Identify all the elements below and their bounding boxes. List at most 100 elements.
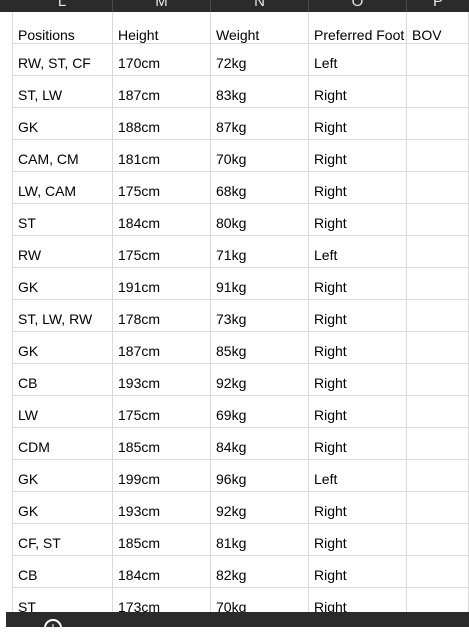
cell-bov[interactable]	[407, 236, 469, 268]
cell-preferred-foot[interactable]: Left	[309, 44, 407, 76]
cell-height[interactable]: 193cm	[113, 492, 211, 524]
cell-positions[interactable]: ST	[12, 204, 113, 236]
cell-bov[interactable]	[407, 140, 469, 172]
table-row: CB 193cm 92kg Right	[0, 364, 469, 396]
column-header-o[interactable]: O	[309, 0, 407, 12]
cell-positions[interactable]: RW	[12, 236, 113, 268]
cell-preferred-foot[interactable]: Right	[309, 268, 407, 300]
plus-circle-icon[interactable]: +	[44, 619, 62, 637]
cell-positions[interactable]: GK	[12, 108, 113, 140]
cell-positions[interactable]: GK	[12, 268, 113, 300]
table-row: RW 175cm 71kg Left	[0, 236, 469, 268]
table-row: GK 199cm 96kg Left	[0, 460, 469, 492]
cell-preferred-foot[interactable]: Right	[309, 428, 407, 460]
column-header-bar: L M N O P	[0, 0, 469, 12]
cell-height[interactable]: 184cm	[113, 204, 211, 236]
cell-height[interactable]: 187cm	[113, 332, 211, 364]
cell-weight[interactable]: 80kg	[211, 204, 309, 236]
cell-preferred-foot[interactable]: Right	[309, 172, 407, 204]
cell-preferred-foot[interactable]: Right	[309, 108, 407, 140]
cell-height[interactable]: 175cm	[113, 236, 211, 268]
cell-weight[interactable]: 87kg	[211, 108, 309, 140]
cell-height[interactable]: 188cm	[113, 108, 211, 140]
cell-height[interactable]: 181cm	[113, 140, 211, 172]
cell-preferred-foot[interactable]: Right	[309, 300, 407, 332]
cell-height[interactable]: 178cm	[113, 300, 211, 332]
column-header-l[interactable]: L	[12, 0, 113, 12]
cell-bov[interactable]	[407, 396, 469, 428]
column-header-m[interactable]: M	[113, 0, 211, 12]
cell-weight[interactable]: 91kg	[211, 268, 309, 300]
cell-positions[interactable]: GK	[12, 492, 113, 524]
cell-bov[interactable]	[407, 268, 469, 300]
cell-weight[interactable]: 71kg	[211, 236, 309, 268]
cell-weight[interactable]: 73kg	[211, 300, 309, 332]
cell-positions[interactable]: CAM, CM	[12, 140, 113, 172]
cell-preferred-foot[interactable]: Right	[309, 492, 407, 524]
cell-positions[interactable]: GK	[12, 460, 113, 492]
cell-positions[interactable]: ST, LW, RW	[12, 300, 113, 332]
cell-positions[interactable]: CF, ST	[12, 524, 113, 556]
cell-header-weight[interactable]: Weight	[211, 12, 309, 44]
cell-height[interactable]: 175cm	[113, 396, 211, 428]
cell-positions[interactable]: LW, CAM	[12, 172, 113, 204]
cell-preferred-foot[interactable]: Right	[309, 204, 407, 236]
cell-bov[interactable]	[407, 332, 469, 364]
cell-bov[interactable]	[407, 428, 469, 460]
cell-preferred-foot[interactable]: Right	[309, 140, 407, 172]
cell-weight[interactable]: 68kg	[211, 172, 309, 204]
cell-height[interactable]: 175cm	[113, 172, 211, 204]
cell-preferred-foot[interactable]: Right	[309, 332, 407, 364]
cell-header-preferred-foot[interactable]: Preferred Foot	[309, 12, 407, 44]
cell-height[interactable]: 185cm	[113, 524, 211, 556]
cell-header-bov[interactable]: BOV	[407, 12, 469, 44]
column-header-n[interactable]: N	[211, 0, 309, 12]
cell-weight[interactable]: 82kg	[211, 556, 309, 588]
cell-preferred-foot[interactable]: Left	[309, 236, 407, 268]
cell-bov[interactable]	[407, 524, 469, 556]
cell-weight[interactable]: 72kg	[211, 44, 309, 76]
cell-positions[interactable]: CB	[12, 364, 113, 396]
cell-positions[interactable]: LW	[12, 396, 113, 428]
cell-height[interactable]: 191cm	[113, 268, 211, 300]
cell-height[interactable]: 199cm	[113, 460, 211, 492]
cell-bov[interactable]	[407, 76, 469, 108]
cell-positions[interactable]: CDM	[12, 428, 113, 460]
cell-height[interactable]: 187cm	[113, 76, 211, 108]
cell-weight[interactable]: 92kg	[211, 364, 309, 396]
cell-preferred-foot[interactable]: Right	[309, 524, 407, 556]
cell-bov[interactable]	[407, 492, 469, 524]
column-header-p[interactable]: P	[407, 0, 469, 12]
cell-preferred-foot[interactable]: Right	[309, 76, 407, 108]
cell-weight[interactable]: 92kg	[211, 492, 309, 524]
cell-weight[interactable]: 70kg	[211, 140, 309, 172]
cell-height[interactable]: 184cm	[113, 556, 211, 588]
cell-bov[interactable]	[407, 460, 469, 492]
cell-weight[interactable]: 85kg	[211, 332, 309, 364]
cell-positions[interactable]: CB	[12, 556, 113, 588]
cell-height[interactable]: 185cm	[113, 428, 211, 460]
cell-weight[interactable]: 81kg	[211, 524, 309, 556]
cell-preferred-foot[interactable]: Right	[309, 556, 407, 588]
cell-weight[interactable]: 96kg	[211, 460, 309, 492]
cell-weight[interactable]: 83kg	[211, 76, 309, 108]
cell-positions[interactable]: RW, ST, CF	[12, 44, 113, 76]
cell-preferred-foot[interactable]: Right	[309, 396, 407, 428]
cell-height[interactable]: 193cm	[113, 364, 211, 396]
cell-bov[interactable]	[407, 172, 469, 204]
cell-bov[interactable]	[407, 364, 469, 396]
cell-weight[interactable]: 69kg	[211, 396, 309, 428]
cell-positions[interactable]: ST, LW	[12, 76, 113, 108]
cell-weight[interactable]: 84kg	[211, 428, 309, 460]
cell-preferred-foot[interactable]: Right	[309, 364, 407, 396]
cell-bov[interactable]	[407, 44, 469, 76]
cell-bov[interactable]	[407, 204, 469, 236]
cell-height[interactable]: 170cm	[113, 44, 211, 76]
cell-bov[interactable]	[407, 556, 469, 588]
cell-bov[interactable]	[407, 108, 469, 140]
cell-header-positions[interactable]: Positions	[12, 12, 113, 44]
cell-header-height[interactable]: Height	[113, 12, 211, 44]
cell-positions[interactable]: GK	[12, 332, 113, 364]
cell-preferred-foot[interactable]: Left	[309, 460, 407, 492]
cell-bov[interactable]	[407, 300, 469, 332]
